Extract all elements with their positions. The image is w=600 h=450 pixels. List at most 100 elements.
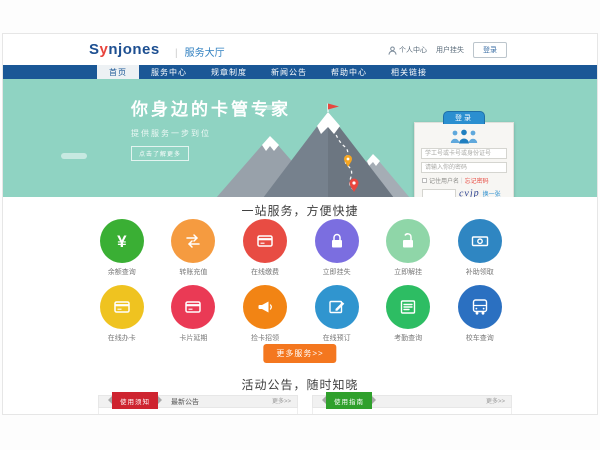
bank-card-icon [112, 297, 132, 317]
bus-icon [470, 297, 490, 317]
username-input[interactable] [421, 148, 507, 159]
logo-text: njones [108, 41, 159, 58]
bank-card-icon [255, 231, 275, 251]
tab-latest-announcements[interactable]: 最新公告 [171, 396, 199, 409]
header-login-button[interactable]: 登录 [473, 42, 507, 58]
service-circle [386, 219, 430, 263]
service-online-card-application[interactable]: 在线办卡 [86, 285, 158, 343]
service-circle [243, 219, 287, 263]
nav-item-home[interactable]: 首页 [97, 65, 139, 79]
service-report-loss[interactable]: 立即挂失 [301, 219, 373, 277]
service-label: 补助领取 [466, 267, 494, 277]
service-card-extension[interactable]: 卡片延期 [158, 285, 230, 343]
panel-header-bar: 使用须知 最新公告 更多>> [98, 395, 298, 408]
services-row: ¥ 余额查询 转账充值 在线缴费 [86, 219, 516, 277]
service-attendance-inquiry[interactable]: 考勤查询 [372, 285, 444, 343]
service-label: 校车查询 [466, 333, 494, 343]
user-loss-report-link[interactable]: 用户挂失 [436, 45, 464, 55]
service-online-payment[interactable]: 在线缴费 [229, 219, 301, 277]
service-label: 捡卡招领 [251, 333, 279, 343]
nav-item-service-center[interactable]: 服务中心 [139, 65, 199, 79]
panel-body [98, 408, 298, 415]
service-circle [171, 219, 215, 263]
megaphone-icon [255, 297, 275, 317]
nav-item-help-center[interactable]: 帮助中心 [319, 65, 379, 79]
service-balance-inquiry[interactable]: ¥ 余额查询 [86, 219, 158, 277]
remember-checkbox[interactable] [422, 178, 427, 183]
service-circle [100, 285, 144, 329]
service-circle [171, 285, 215, 329]
site-name-label: 服务大厅 [185, 48, 225, 59]
service-circle [458, 219, 502, 263]
password-input[interactable] [421, 162, 507, 173]
captcha-image: cvjp [459, 188, 480, 197]
hero-subtitle: 提供服务一步到位 [131, 128, 291, 139]
personal-center-link[interactable]: 个人中心 [388, 45, 427, 55]
nav-item-rules[interactable]: 规章制度 [199, 65, 259, 79]
more-link[interactable]: 更多>> [272, 396, 291, 409]
bank-card-icon [183, 297, 203, 317]
banknote-icon [470, 231, 490, 251]
nav-item-related-links[interactable]: 相关链接 [379, 65, 439, 79]
unlock-icon [398, 231, 418, 251]
service-circle [386, 285, 430, 329]
service-transfer-recharge[interactable]: 转账充值 [158, 219, 230, 277]
hero-cta-button[interactable]: 点击了解更多 [131, 146, 189, 161]
captcha-row: cvjp 换一张 [422, 188, 506, 197]
more-services-button[interactable]: 更多服务>> [263, 344, 336, 363]
remember-divider: | [461, 178, 463, 184]
service-circle [243, 285, 287, 329]
tab-usage-guide[interactable]: 使用指南 [326, 392, 372, 409]
service-cancel-loss[interactable]: 立即解挂 [372, 219, 444, 277]
remember-row: 记住用户名 | 忘记密码 [422, 176, 506, 185]
panel-usage-notice: 使用须知 最新公告 更多>> [98, 395, 298, 415]
panel-body [312, 408, 512, 415]
header-right: 个人中心 用户挂失 登录 [388, 42, 507, 58]
hero-copy: 你身边的卡管专家 提供服务一步到位 点击了解更多 [131, 95, 291, 161]
user-loss-report-label: 用户挂失 [436, 45, 464, 55]
panel-header-bar: 使用指南 更多>> [312, 395, 512, 408]
service-label: 立即解挂 [394, 267, 422, 277]
service-circle: ¥ [100, 219, 144, 263]
service-label: 考勤查询 [394, 333, 422, 343]
services-grid: ¥ 余额查询 转账充值 在线缴费 [86, 219, 516, 343]
site-page: Synjones |服务大厅 个人中心 用户挂失 登录 首页 服务中心 规章制度… [2, 33, 598, 415]
service-label: 立即挂失 [323, 267, 351, 277]
refresh-captcha-link[interactable]: 换一张 [483, 189, 501, 197]
panel-usage-guide: 使用指南 更多>> [312, 395, 512, 415]
person-icon [388, 46, 397, 55]
services-row: 在线办卡 卡片延期 捡卡招领 [86, 285, 516, 343]
main-nav: 首页 服务中心 规章制度 新闻公告 帮助中心 相关链接 [3, 65, 597, 79]
service-online-booking[interactable]: 在线预订 [301, 285, 373, 343]
edit-icon [327, 297, 347, 317]
announcements-section-title: 活动公告，随时知晓 [3, 376, 597, 393]
forgot-password-link[interactable]: 忘记密码 [465, 176, 489, 185]
service-circle [458, 285, 502, 329]
site-name: | 服务大厅 [175, 44, 225, 59]
attendance-list-icon [398, 297, 418, 317]
tab-usage-notice[interactable]: 使用须知 [112, 392, 158, 409]
captcha-input[interactable] [422, 189, 456, 198]
hero-title: 你身边的卡管专家 [131, 95, 291, 120]
service-label: 卡片延期 [179, 333, 207, 343]
services-section-title: 一站服务，方便快捷 [3, 202, 597, 219]
service-label: 在线预订 [323, 333, 351, 343]
logo-divider: | [175, 48, 178, 59]
remember-label: 记住用户名 [429, 176, 459, 185]
service-school-bus-inquiry[interactable]: 校车查询 [444, 285, 516, 343]
logo-text: S [89, 41, 100, 58]
announcement-panels: 使用须知 最新公告 更多>> 使用指南 更多>> [98, 395, 512, 415]
login-tab[interactable]: 登录 [443, 111, 485, 124]
service-circle [315, 285, 359, 329]
service-subsidy-collection[interactable]: 补助领取 [444, 219, 516, 277]
nav-item-news[interactable]: 新闻公告 [259, 65, 319, 79]
users-group-icon [446, 128, 482, 145]
transfer-arrows-icon [183, 231, 203, 251]
login-panel: 登录 记住用户名 | 忘记密码 cvjp 换一张 登录 [414, 122, 514, 197]
lock-icon [327, 231, 347, 251]
service-label: 转账充值 [179, 267, 207, 277]
service-found-card-claim[interactable]: 捡卡招领 [229, 285, 301, 343]
service-circle [315, 219, 359, 263]
more-link[interactable]: 更多>> [486, 396, 505, 409]
service-label: 在线缴费 [251, 267, 279, 277]
